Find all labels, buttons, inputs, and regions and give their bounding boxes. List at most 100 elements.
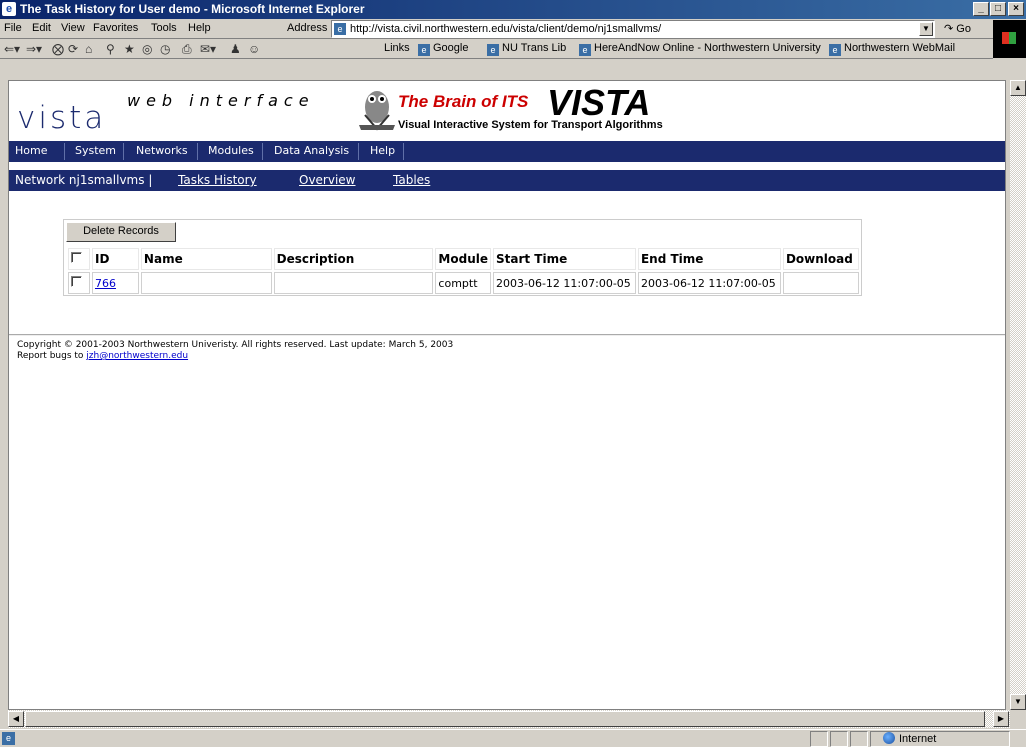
site-header: vista web interface The Brain of ITS VIS… xyxy=(9,81,1005,141)
menu-help[interactable]: Help xyxy=(188,22,211,34)
back-icon[interactable]: ⇐▾ xyxy=(4,42,20,56)
site-logo-vista: vista xyxy=(17,100,107,136)
brain-of-its-title: The Brain of ITS xyxy=(398,92,529,111)
address-url[interactable]: http://vista.civil.northwestern.edu/vist… xyxy=(350,23,661,35)
menu-edit[interactable]: Edit xyxy=(32,22,51,34)
status-bar: e Internet xyxy=(0,729,1026,747)
scroll-up-icon[interactable]: ▲ xyxy=(1010,80,1026,96)
col-end-time: End Time xyxy=(637,248,781,270)
link-northwestern-webmail[interactable]: e Northwestern WebMail xyxy=(829,42,955,56)
overview-link[interactable]: Overview xyxy=(299,173,356,187)
col-start-time: Start Time xyxy=(493,248,636,270)
go-button[interactable]: ↷ Go xyxy=(944,22,971,35)
select-all-cell xyxy=(68,248,90,270)
nav-system[interactable]: System xyxy=(75,144,116,157)
main-nav: Home System Networks Modules Data Analys… xyxy=(9,141,1005,162)
maximize-button[interactable]: □ xyxy=(990,2,1006,16)
footer-divider xyxy=(9,334,1005,336)
link-hereandnow[interactable]: e HereAndNow Online - Northwestern Univer… xyxy=(579,42,821,56)
link-google-label: Google xyxy=(433,42,469,54)
footer: Copyright © 2001-2003 Northwestern Unive… xyxy=(17,340,453,362)
link-google[interactable]: e Google xyxy=(418,42,468,56)
table-row: 766 comptt 2003-06-12 11:07:00-05 2003-0… xyxy=(68,272,859,294)
col-description: Description xyxy=(273,248,434,270)
vista-subtitle: Visual Interactive System for Transport … xyxy=(398,119,663,131)
forward-icon[interactable]: ⇒▾ xyxy=(26,42,42,56)
link-hereandnow-label: HereAndNow Online - Northwestern Univers… xyxy=(594,42,821,54)
link-nu-trans-lib-label: NU Trans Lib xyxy=(502,42,567,54)
nav-home[interactable]: Home xyxy=(15,144,47,157)
vista-title: VISTA xyxy=(547,82,651,123)
task-id-link[interactable]: 766 xyxy=(95,277,116,290)
row-description xyxy=(273,272,434,294)
mail-icon[interactable]: ✉▾ xyxy=(200,42,216,56)
page-status-icon: e xyxy=(2,732,15,745)
messenger-icon[interactable]: ♟ xyxy=(230,42,241,56)
address-input[interactable]: e http://vista.civil.northwestern.edu/vi… xyxy=(331,20,935,38)
row-checkbox[interactable] xyxy=(71,276,82,287)
nav-networks[interactable]: Networks xyxy=(136,144,188,157)
scroll-down-icon[interactable]: ▼ xyxy=(1010,694,1026,710)
report-bugs-label: Report bugs to xyxy=(17,351,87,361)
links-chevron[interactable]: » xyxy=(1016,41,1023,55)
search-icon[interactable]: ⚲ xyxy=(106,42,115,56)
favorites-icon[interactable]: ★ xyxy=(124,42,135,56)
go-label: Go xyxy=(956,23,971,35)
menu-tools[interactable]: Tools xyxy=(151,22,177,34)
minimize-button[interactable]: _ xyxy=(973,2,989,16)
tasks-history-link[interactable]: Tasks History xyxy=(178,173,257,187)
scroll-left-icon[interactable]: ◀ xyxy=(8,711,24,727)
row-id-cell: 766 xyxy=(91,272,139,294)
task-history-panel: Delete Records ID Name Description Modul… xyxy=(63,219,862,296)
select-all-checkbox[interactable] xyxy=(71,252,82,263)
print-icon[interactable]: ⎙ xyxy=(182,42,192,57)
horizontal-scroll-thumb[interactable] xyxy=(25,711,985,727)
row-select-cell xyxy=(68,272,90,294)
row-module: comptt xyxy=(435,272,491,294)
internet-globe-icon xyxy=(883,732,895,744)
sub-nav: Network nj1smallvms | Tasks History Over… xyxy=(9,170,1005,191)
tables-link[interactable]: Tables xyxy=(393,173,430,187)
menu-file[interactable]: File xyxy=(4,22,22,34)
links-label: Links xyxy=(384,42,410,54)
history-icon[interactable]: ◷ xyxy=(160,42,170,56)
table-header-row: ID Name Description Module Start Time En… xyxy=(68,248,859,270)
col-module: Module xyxy=(435,248,491,270)
ie-icon[interactable]: e xyxy=(2,2,16,16)
horizontal-scrollbar[interactable]: ◀ ▶ xyxy=(8,710,1010,728)
close-button[interactable]: × xyxy=(1008,2,1024,16)
menu-view[interactable]: View xyxy=(61,22,85,34)
window-titlebar[interactable]: e The Task History for User demo - Micro… xyxy=(0,0,1026,19)
smiley-icon[interactable]: ☺ xyxy=(248,42,260,56)
link-webmail-label: Northwestern WebMail xyxy=(844,42,956,54)
stop-icon[interactable]: ⨂ xyxy=(52,42,64,56)
delete-records-button[interactable]: Delete Records xyxy=(66,222,176,242)
row-name xyxy=(140,272,272,294)
scroll-right-icon[interactable]: ▶ xyxy=(993,711,1009,727)
site-logo-tagline: web interface xyxy=(127,91,315,110)
zone-label: Internet xyxy=(899,733,937,745)
window-title: The Task History for User demo - Microso… xyxy=(20,2,365,16)
report-bugs-line: Report bugs to jzh@northwestern.edu xyxy=(17,351,453,362)
nav-data-analysis[interactable]: Data Analysis xyxy=(274,144,349,157)
vertical-scrollbar[interactable]: ▲ ▼ xyxy=(1010,80,1026,710)
page-icon: e xyxy=(334,23,346,35)
media-icon[interactable]: ◎ xyxy=(142,42,152,56)
address-dropdown-icon[interactable]: ▼ xyxy=(919,22,933,36)
home-icon[interactable]: ⌂ xyxy=(85,42,92,56)
nav-modules[interactable]: Modules xyxy=(208,144,254,157)
toolbar: ⇐▾ ⇒▾ ⨂ ⟳ ⌂ ⚲ ★ ◎ ◷ ⎙ ✉▾ ♟ ☺ Links e Goog… xyxy=(0,39,993,59)
row-start-time: 2003-06-12 11:07:00-05 xyxy=(493,272,636,294)
security-zone: Internet xyxy=(883,732,936,745)
bugs-email-link[interactable]: jzh@northwestern.edu xyxy=(86,351,188,361)
link-nu-trans-lib[interactable]: e NU Trans Lib xyxy=(487,42,566,56)
nav-help[interactable]: Help xyxy=(370,144,395,157)
menu-bar: File Edit View Favorites Tools Help Addr… xyxy=(0,19,1026,39)
owl-logo-icon xyxy=(359,91,395,131)
col-id: ID xyxy=(91,248,139,270)
menu-favorites[interactable]: Favorites xyxy=(93,22,138,34)
row-end-time: 2003-06-12 11:07:00-05 xyxy=(637,272,781,294)
page-viewport[interactable]: vista web interface The Brain of ITS VIS… xyxy=(8,80,1006,710)
refresh-icon[interactable]: ⟳ xyxy=(68,42,78,56)
row-download xyxy=(782,272,859,294)
